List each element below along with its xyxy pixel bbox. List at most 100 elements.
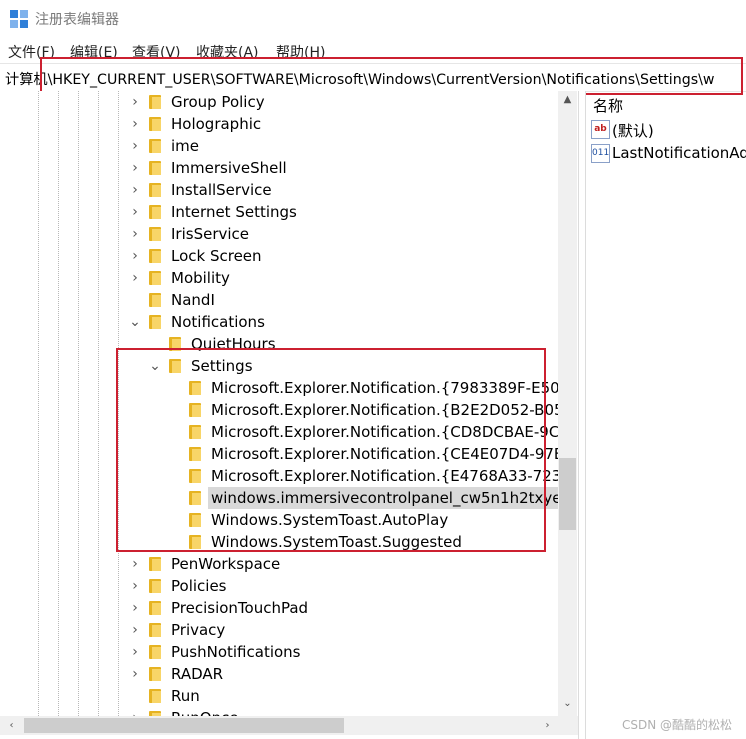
address-path[interactable]: 计算机\HKEY_CURRENT_USER\SOFTWARE\Microsoft… [5, 69, 715, 89]
string-value-icon: ab [591, 120, 610, 139]
menu-view[interactable]: 查看(V) [132, 42, 181, 62]
chevron-right-icon[interactable]: › [128, 223, 142, 245]
tree-item-label: Microsoft.Explorer.Notification.{B2E2D05… [211, 401, 574, 419]
tree-item-label: PrecisionTouchPad [171, 599, 309, 617]
tree-item-label: InstallService [171, 181, 272, 199]
tree-item[interactable]: Microsoft.Explorer.Notification.{CE4E07D… [0, 443, 578, 465]
folder-icon [149, 117, 161, 131]
column-header-name[interactable]: 名称 [593, 95, 623, 116]
chevron-right-icon[interactable]: › [128, 597, 142, 619]
tree-item-label: Policies [171, 577, 227, 595]
tree-item[interactable]: › RADAR [0, 663, 578, 685]
folder-icon [189, 535, 201, 549]
tree-item[interactable]: Windows.SystemToast.Suggested [0, 531, 578, 553]
tree-item[interactable]: › Internet Settings [0, 201, 578, 223]
folder-icon [149, 315, 161, 329]
folder-icon [189, 513, 201, 527]
tree-item[interactable]: › ImmersiveShell [0, 157, 578, 179]
menu-bar: 文件(F) 编辑(E) 查看(V) 收藏夹(A) 帮助(H) [0, 38, 746, 62]
registry-editor-icon [10, 10, 28, 28]
chevron-right-icon[interactable]: › [128, 157, 142, 179]
folder-icon [189, 447, 201, 461]
tree-item[interactable]: › Group Policy [0, 91, 578, 113]
tree-item[interactable]: Windows.SystemToast.AutoPlay [0, 509, 578, 531]
tree-item[interactable]: › PushNotifications [0, 641, 578, 663]
chevron-right-icon[interactable]: › [128, 113, 142, 135]
chevron-right-icon[interactable]: › [128, 201, 142, 223]
menu-help[interactable]: 帮助(H) [276, 42, 325, 62]
tree-item[interactable]: › RunOnce [0, 707, 578, 716]
tree-item[interactable]: Microsoft.Explorer.Notification.{CD8DCBA… [0, 421, 578, 443]
scroll-left-icon[interactable]: ‹ [2, 717, 21, 734]
window-title: 注册表编辑器 [35, 12, 119, 28]
folder-icon [149, 249, 161, 263]
tree-item[interactable]: › PrecisionTouchPad [0, 597, 578, 619]
tree-item[interactable]: Microsoft.Explorer.Notification.{E4768A3… [0, 465, 578, 487]
chevron-right-icon[interactable]: › [128, 179, 142, 201]
tree-vertical-scrollbar[interactable]: ▲ ⌄ [558, 91, 577, 716]
values-pane[interactable]: 名称 ab (默认) 011 LastNotificationAd [585, 91, 746, 739]
tree-item[interactable]: › PenWorkspace [0, 553, 578, 575]
chevron-right-icon[interactable]: › [128, 707, 142, 716]
binary-value-icon: 011 [591, 144, 610, 163]
tree-item-label: Run [171, 687, 200, 705]
chevron-right-icon[interactable]: › [128, 641, 142, 663]
key-tree[interactable]: › Group Policy › Holographic › ime › ImmersiveS… [0, 91, 578, 716]
chevron-right-icon[interactable]: › [128, 245, 142, 267]
folder-icon [149, 271, 161, 285]
tree-item[interactable]: › Privacy [0, 619, 578, 641]
tree-item[interactable]: › Mobility [0, 267, 578, 289]
tree-item-label: Holographic [171, 115, 262, 133]
tree-item[interactable]: windows.immersivecontrolpanel_cw5n1h2txy… [0, 487, 578, 509]
watermark: CSDN @酷酷的松松 [622, 718, 733, 732]
menu-file[interactable]: 文件(F) [8, 42, 55, 62]
tree-item[interactable]: › InstallService [0, 179, 578, 201]
address-bar[interactable]: 计算机\HKEY_CURRENT_USER\SOFTWARE\Microsoft… [0, 63, 746, 92]
tree-item[interactable]: Microsoft.Explorer.Notification.{B2E2D05… [0, 399, 578, 421]
tree-horizontal-scrollbar[interactable]: ‹ › [0, 716, 578, 735]
chevron-right-icon[interactable]: › [128, 663, 142, 685]
tree-item-label: Settings [191, 357, 253, 375]
chevron-right-icon[interactable]: › [128, 135, 142, 157]
tree-vertical-scroll-thumb[interactable] [559, 458, 576, 530]
tree-item-label: RADAR [171, 665, 224, 683]
tree-item[interactable]: QuietHours [0, 333, 578, 355]
value-name: LastNotificationAd [612, 144, 746, 162]
chevron-right-icon[interactable]: › [128, 553, 142, 575]
tree-item-label: PushNotifications [171, 643, 301, 661]
tree-item-label: QuietHours [191, 335, 276, 353]
tree-item[interactable]: › Policies [0, 575, 578, 597]
scroll-up-icon[interactable]: ▲ [558, 91, 577, 108]
tree-item[interactable]: ⌄ Settings [0, 355, 578, 377]
chevron-down-icon[interactable]: ⌄ [148, 355, 162, 377]
tree-item[interactable]: NandI [0, 289, 578, 311]
scroll-right-icon[interactable]: › [538, 717, 557, 734]
tree-item[interactable]: › ime [0, 135, 578, 157]
chevron-right-icon[interactable]: › [128, 267, 142, 289]
menu-edit[interactable]: 编辑(E) [70, 42, 118, 62]
folder-icon [149, 557, 161, 571]
tree-item[interactable]: › Lock Screen [0, 245, 578, 267]
tree-horizontal-scroll-thumb[interactable] [24, 718, 344, 733]
chevron-right-icon[interactable]: › [128, 619, 142, 641]
tree-item[interactable]: › Holographic [0, 113, 578, 135]
tree-item[interactable]: › IrisService [0, 223, 578, 245]
menu-favorites[interactable]: 收藏夹(A) [196, 42, 259, 62]
chevron-down-icon[interactable]: ⌄ [128, 311, 142, 333]
folder-icon [189, 491, 201, 505]
scroll-down-icon[interactable]: ⌄ [558, 695, 577, 712]
tree-item[interactable]: ⌄ Notifications [0, 311, 578, 333]
folder-icon [149, 645, 161, 659]
folder-icon [149, 95, 161, 109]
tree-item[interactable]: Run [0, 685, 578, 707]
tree-item-label: RunOnce [171, 708, 239, 716]
tree-item[interactable]: Microsoft.Explorer.Notification.{7983389… [0, 377, 578, 399]
folder-icon [149, 161, 161, 175]
chevron-right-icon[interactable]: › [128, 91, 142, 113]
tree-item-label: Notifications [171, 313, 265, 331]
folder-icon [149, 601, 161, 615]
chevron-right-icon[interactable]: › [128, 575, 142, 597]
